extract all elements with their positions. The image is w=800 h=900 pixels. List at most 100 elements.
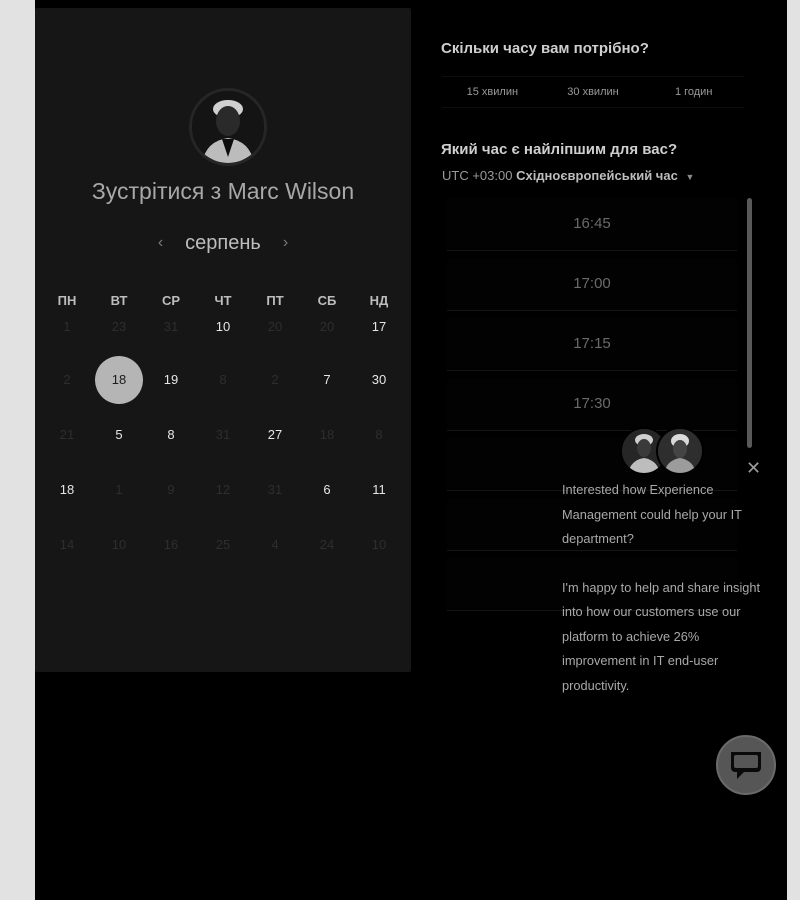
- calendar-day: 12: [197, 478, 249, 502]
- time-slot[interactable]: 16:45: [447, 198, 737, 251]
- time-slot[interactable]: 17:00: [447, 258, 737, 311]
- chat-launcher-button[interactable]: [716, 735, 776, 795]
- calendar-day[interactable]: 27: [249, 423, 301, 447]
- calendar-day: 2: [41, 368, 93, 392]
- calendar-day: 21: [41, 423, 93, 447]
- weekday-label: ВТ: [110, 293, 128, 308]
- calendar-day-number: 12: [215, 482, 231, 497]
- calendar-day-number: 2: [271, 372, 279, 387]
- weekday-label: СР: [161, 293, 181, 308]
- calendar-day-selected[interactable]: 18: [93, 356, 145, 404]
- calendar-day[interactable]: 19: [145, 368, 197, 392]
- calendar-day: 4: [249, 533, 301, 557]
- calendar-day[interactable]: 6: [301, 478, 353, 502]
- calendar-day[interactable]: 8: [145, 423, 197, 447]
- host-avatar: [189, 88, 267, 166]
- next-month-icon[interactable]: ›: [279, 234, 292, 252]
- calendar-day-number: 11: [372, 482, 386, 497]
- calendar-day-number: 2: [63, 372, 71, 387]
- calendar-panel: Зустрітися з Marc Wilson ‹ серпень › ПН …: [35, 8, 411, 672]
- calendar-day-number: 8: [219, 372, 227, 387]
- calendar-week: 1 23 31 10 20 20 17: [41, 315, 405, 339]
- calendar-day: 18: [301, 423, 353, 447]
- calendar-day-number: 10: [371, 537, 387, 552]
- close-icon[interactable]: ✕: [746, 458, 761, 479]
- calendar-day-number: 18: [111, 372, 127, 387]
- calendar-day[interactable]: 17: [353, 315, 405, 339]
- duration-option[interactable]: 30 хвилин: [543, 77, 644, 107]
- calendar-day: 31: [145, 315, 197, 339]
- duration-option[interactable]: 15 хвилин: [442, 77, 543, 107]
- page: Зустрітися з Marc Wilson ‹ серпень › ПН …: [35, 0, 787, 900]
- time-slot[interactable]: 17:30: [447, 378, 737, 431]
- duration-question: Скільки часу вам потрібно?: [441, 40, 649, 57]
- timezone-selector[interactable]: UTC +03:00 Східноєвропейський час ▼: [442, 168, 694, 183]
- calendar-day-number: 17: [371, 319, 387, 334]
- calendar-day-number: 19: [163, 372, 179, 387]
- calendar-day: 20: [301, 315, 353, 339]
- calendar-day-number: 10: [111, 537, 127, 552]
- weekday-label: СБ: [317, 293, 337, 308]
- calendar-day-number: 5: [115, 427, 123, 442]
- calendar-day: 23: [93, 315, 145, 339]
- weekday-header: ПН ВТ СР ЧТ ПТ СБ НД: [41, 293, 405, 311]
- calendar-day-number: 31: [267, 482, 283, 497]
- calendar-day: 2: [249, 368, 301, 392]
- time-slot-scrollbar[interactable]: [747, 198, 752, 448]
- duration-option[interactable]: 1 годин: [643, 77, 744, 107]
- calendar-day[interactable]: 30: [353, 368, 405, 392]
- calendar-day-number: 25: [215, 537, 231, 552]
- calendar-day-number: 21: [59, 427, 75, 442]
- calendar-day: 24: [301, 533, 353, 557]
- calendar-day-number: 20: [267, 319, 283, 334]
- calendar-day-number: 18: [59, 482, 75, 497]
- chat-message: Interested how Experience Management cou…: [562, 478, 762, 722]
- calendar-day-number: 31: [163, 319, 179, 334]
- prev-month-icon[interactable]: ‹: [154, 234, 167, 252]
- calendar-week: 2 18 19 8 2 7 30: [41, 356, 405, 404]
- timezone-offset: UTC +03:00: [442, 168, 513, 183]
- calendar-day-number: 23: [111, 319, 127, 334]
- chat-message-line: Interested how Experience Management cou…: [562, 482, 742, 546]
- calendar-day: 16: [145, 533, 197, 557]
- time-slot[interactable]: 17:15: [447, 318, 737, 371]
- meeting-title: Зустрітися з Marc Wilson: [91, 178, 355, 204]
- calendar-day-number: 8: [375, 427, 383, 442]
- calendar-week: 14 10 16 25 4 24 10: [41, 533, 405, 557]
- chat-bubble-icon: [731, 752, 761, 779]
- calendar-day: 25: [197, 533, 249, 557]
- timezone-name: Східноєвропейський час: [516, 168, 678, 183]
- calendar-day[interactable]: 5: [93, 423, 145, 447]
- calendar-day: 8: [197, 368, 249, 392]
- weekday-label: НД: [369, 293, 389, 308]
- calendar-day[interactable]: 7: [301, 368, 353, 392]
- weekday-label: ПТ: [266, 293, 284, 308]
- calendar-day-number: 30: [371, 372, 387, 387]
- chat-agent-avatars: [620, 427, 704, 475]
- calendar-day-number: 7: [323, 372, 331, 387]
- chat-message-line: I'm happy to help and share insight into…: [562, 579, 761, 693]
- calendar-day: 14: [41, 533, 93, 557]
- calendar-day-number: 27: [267, 427, 283, 442]
- calendar-day-number: 20: [319, 319, 335, 334]
- agent-avatar: [656, 427, 704, 475]
- calendar-day: 10: [93, 533, 145, 557]
- calendar-day[interactable]: 10: [197, 315, 249, 339]
- calendar-day: 9: [145, 478, 197, 502]
- calendar-day: 8: [353, 423, 405, 447]
- calendar-day-number: 10: [215, 319, 231, 334]
- calendar-day[interactable]: 18: [41, 478, 93, 502]
- month-label: серпень: [185, 231, 261, 254]
- calendar-day-number: 16: [163, 537, 179, 552]
- calendar-day-number: 4: [271, 537, 279, 552]
- calendar-day: 31: [197, 423, 249, 447]
- calendar-day[interactable]: 11: [353, 478, 405, 502]
- calendar-day-number: 8: [167, 427, 175, 442]
- calendar-day-number: 1: [63, 319, 71, 334]
- calendar-day: 1: [41, 315, 93, 339]
- calendar-day-number: 6: [323, 482, 331, 497]
- duration-options: 15 хвилин 30 хвилин 1 годин: [442, 76, 744, 108]
- calendar-day-number: 1: [115, 482, 123, 497]
- calendar-week: 18 1 9 12 31 6 11: [41, 478, 405, 502]
- month-navigation: ‹ серпень ›: [35, 228, 411, 258]
